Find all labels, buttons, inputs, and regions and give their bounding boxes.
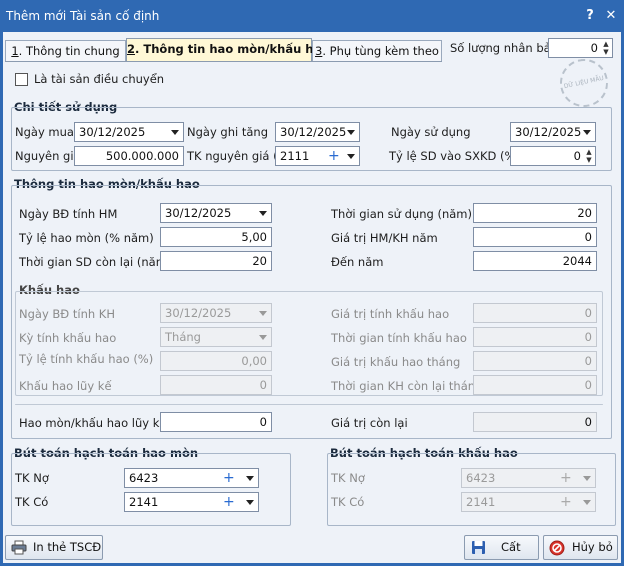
amort-start-label: Ngày BĐ tính KH xyxy=(19,307,115,321)
amort-credit-label: TK Có xyxy=(331,495,365,509)
remaining-years-input[interactable]: 20 xyxy=(160,251,272,271)
dep-start-picker[interactable]: 30/12/2025 xyxy=(160,203,272,223)
dropdown-arrow-icon[interactable] xyxy=(171,130,179,135)
accumulated-label: Hao mòn/khấu hao lũy kế xyxy=(19,416,167,430)
cancel-icon xyxy=(549,540,565,556)
printer-icon xyxy=(11,540,27,555)
wear-debit-combo[interactable]: 6423 + xyxy=(124,468,259,488)
amort-entry-section xyxy=(327,453,616,526)
amort-duration-input[interactable]: 0 xyxy=(473,327,597,347)
amort-remaining-input[interactable]: 0 xyxy=(473,375,597,395)
amort-monthly-label: Giá trị khấu hao tháng xyxy=(331,355,461,369)
dropdown-arrow-icon[interactable] xyxy=(583,130,591,135)
add-plus-icon[interactable]: + xyxy=(560,469,572,487)
sample-data-stamp: DỮ LIỆU MẪU xyxy=(555,54,613,112)
save-label: Cất xyxy=(501,540,521,554)
business-ratio-stepper[interactable]: 0 ▲ ▼ xyxy=(510,146,596,166)
cost-input[interactable]: 500.000.000 xyxy=(74,146,184,166)
dep-start-label: Ngày BĐ tính HM xyxy=(19,207,118,221)
amort-remaining-label: Thời gian KH còn lại tháng xyxy=(331,379,483,393)
close-button[interactable]: ✕ xyxy=(603,7,619,25)
copy-count-label: Số lượng nhân bản xyxy=(450,41,558,55)
cost-account-combo[interactable]: 2111 + xyxy=(275,146,360,166)
save-button[interactable]: Cất xyxy=(464,535,539,560)
dropdown-arrow-icon[interactable] xyxy=(259,211,267,216)
tab-general[interactable]: 1. Thông tin chung xyxy=(5,40,126,61)
use-date-picker[interactable]: 30/12/2025 xyxy=(510,122,596,142)
amort-duration-label: Thời gian tính khấu hao xyxy=(331,331,467,345)
annual-value-input[interactable]: 0 xyxy=(473,227,597,247)
add-plus-icon[interactable]: + xyxy=(560,493,572,511)
tab-divider xyxy=(5,61,442,62)
purchase-date-picker[interactable]: 30/12/2025 xyxy=(74,122,184,142)
dropdown-arrow-icon[interactable] xyxy=(583,476,591,481)
dropdown-arrow-icon[interactable] xyxy=(347,130,355,135)
amort-debit-label: TK Nợ xyxy=(331,471,365,485)
amort-monthly-input[interactable]: 0 xyxy=(473,351,597,371)
amort-base-label: Giá trị tính khấu hao xyxy=(331,307,450,321)
title-bar: Thêm mới Tài sản cố định ? ✕ xyxy=(0,0,624,32)
amort-accumulated-input[interactable]: 0 xyxy=(160,375,272,395)
amort-debit-combo[interactable]: 6423 + xyxy=(461,468,596,488)
residual-input: 0 xyxy=(473,412,597,432)
life-years-label: Thời gian sử dụng (năm) xyxy=(331,207,472,221)
cancel-label: Hủy bỏ xyxy=(572,540,613,554)
wear-credit-combo[interactable]: 2141 + xyxy=(124,492,259,512)
amort-credit-combo[interactable]: 2141 + xyxy=(461,492,596,512)
record-date-label: Ngày ghi tăng xyxy=(187,125,268,139)
wear-entry-section xyxy=(11,453,291,526)
help-button[interactable]: ? xyxy=(582,7,598,25)
amort-period-label: Kỳ tính khấu hao xyxy=(19,331,117,345)
wear-debit-label: TK Nợ xyxy=(15,471,49,485)
transfer-label: Là tài sản điều chuyển xyxy=(34,72,165,86)
add-plus-icon[interactable]: + xyxy=(223,469,235,487)
cancel-button[interactable]: Hủy bỏ xyxy=(543,535,618,560)
purchase-date-label: Ngày mua xyxy=(15,125,74,139)
dialog-body: 1. Thông tin chung 2. Thông tin hao mòn/… xyxy=(3,32,621,563)
amort-period-select[interactable]: Tháng xyxy=(160,327,272,347)
annual-value-label: Giá trị HM/KH năm xyxy=(331,231,438,245)
dropdown-arrow-icon[interactable] xyxy=(583,500,591,505)
dialog-window: Thêm mới Tài sản cố định ? ✕ 1. Thông ti… xyxy=(0,0,624,566)
copy-count-stepper[interactable]: 0 ▲ ▼ xyxy=(548,38,613,58)
floppy-disk-icon xyxy=(472,541,485,554)
record-date-picker[interactable]: 30/12/2025 xyxy=(275,122,360,142)
wear-credit-label: TK Có xyxy=(15,495,49,509)
divider xyxy=(15,404,603,405)
dropdown-arrow-icon[interactable] xyxy=(259,311,267,316)
cost-label: Nguyên giá xyxy=(15,149,81,163)
end-year-input[interactable]: 2044 xyxy=(473,251,597,271)
print-card-button[interactable]: In thẻ TSCĐ xyxy=(5,535,103,560)
tab-depreciation[interactable]: 2. Thông tin hao mòn/khấu hao xyxy=(126,38,329,61)
cost-account-label: TK nguyên giá (*) xyxy=(187,149,288,163)
dep-rate-label: Tỷ lệ hao mòn (% năm) xyxy=(19,231,154,245)
life-years-input[interactable]: 20 xyxy=(473,203,597,223)
dropdown-arrow-icon[interactable] xyxy=(246,476,254,481)
use-date-label: Ngày sử dụng xyxy=(391,125,471,139)
business-ratio-label: Tỷ lệ SD vào SXKD (%) xyxy=(389,149,520,163)
dropdown-arrow-icon[interactable] xyxy=(259,335,267,340)
residual-label: Giá trị còn lại xyxy=(331,416,408,430)
amort-rate-label: Tỷ lệ tính khấu hao (%) xyxy=(19,352,154,366)
spin-arrows-icon[interactable]: ▲ ▼ xyxy=(602,40,610,56)
print-card-label: In thẻ TSCĐ xyxy=(33,540,102,554)
amort-base-input[interactable]: 0 xyxy=(473,303,597,323)
dropdown-arrow-icon[interactable] xyxy=(347,154,355,159)
amort-start-picker[interactable]: 30/12/2025 xyxy=(160,303,272,323)
add-plus-icon[interactable]: + xyxy=(328,147,340,165)
tab-parts[interactable]: 3. Phụ tùng kèm theo xyxy=(312,40,442,61)
accumulated-input[interactable]: 0 xyxy=(160,412,272,432)
amort-accumulated-label: Khấu hao lũy kế xyxy=(19,379,112,393)
remaining-years-label: Thời gian SD còn lại (năm) xyxy=(19,255,172,269)
end-year-label: Đến năm xyxy=(331,255,384,269)
add-plus-icon[interactable]: + xyxy=(223,493,235,511)
amort-rate-input[interactable]: 0,00 xyxy=(160,351,272,371)
window-title: Thêm mới Tài sản cố định xyxy=(6,9,160,23)
dropdown-arrow-icon[interactable] xyxy=(246,500,254,505)
transfer-checkbox[interactable] xyxy=(15,73,28,86)
spin-arrows-icon[interactable]: ▲ ▼ xyxy=(585,148,593,164)
dep-rate-input[interactable]: 5,00 xyxy=(160,227,272,247)
